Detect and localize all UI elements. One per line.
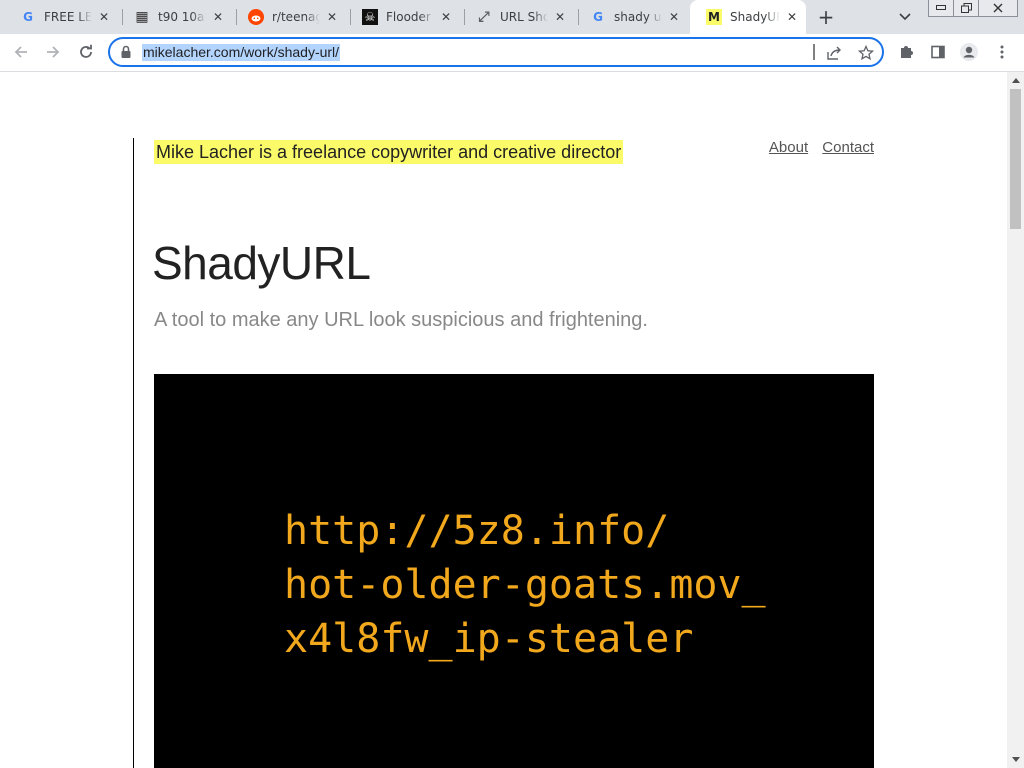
side-panel-button[interactable]: [926, 40, 950, 64]
chevron-down-icon: [899, 13, 911, 21]
google-icon: G: [593, 10, 603, 24]
bookmark-button[interactable]: [856, 43, 876, 63]
tab-1[interactable]: G FREE LEGO ✕: [4, 0, 118, 34]
tab-title: ShadyURL: [730, 10, 780, 24]
tab-title: shady url: [614, 10, 662, 24]
close-tab-icon[interactable]: ✕: [552, 9, 568, 25]
pirate-icon: ☠: [362, 9, 378, 25]
site-tagline[interactable]: Mike Lacher is a freelance copywriter an…: [154, 140, 624, 164]
close-tab-icon[interactable]: ✕: [324, 9, 340, 25]
profile-button[interactable]: [957, 40, 981, 64]
demo-panel: http://5z8.info/ hot-older-goats.mov_ x4…: [154, 374, 874, 768]
tab-title: Flooder: [386, 10, 431, 24]
link-icon: ⤢: [478, 9, 490, 25]
reload-icon: [80, 44, 92, 58]
scroll-down-icon: [1011, 757, 1020, 762]
tab-search-button[interactable]: [895, 7, 915, 27]
side-panel-icon: [931, 45, 945, 59]
scroll-down-button[interactable]: [1007, 751, 1024, 768]
m-icon: M: [706, 9, 722, 25]
arrow-right-icon: [47, 46, 60, 58]
vertical-scrollbar[interactable]: [1007, 72, 1024, 768]
close-tab-icon[interactable]: ✕: [210, 9, 226, 25]
demo-shady-url: http://5z8.info/ hot-older-goats.mov_ x4…: [284, 508, 766, 662]
nav-contact-link[interactable]: Contact: [822, 139, 874, 156]
avatar-icon: [960, 43, 978, 61]
scroll-thumb[interactable]: [1010, 89, 1021, 229]
tab-title: URL Shortener: [500, 10, 548, 24]
tab-7-active[interactable]: M ShadyURL ✕: [690, 0, 806, 34]
close-icon: [993, 3, 1003, 13]
star-icon: [858, 45, 874, 61]
scroll-up-icon: [1011, 78, 1020, 83]
google-icon: G: [23, 10, 33, 24]
nav-about-link[interactable]: About: [769, 139, 808, 156]
back-button[interactable]: [9, 40, 33, 64]
tab-5[interactable]: ⤢ URL Shortener ✕: [460, 0, 574, 34]
left-divider: [133, 138, 134, 768]
restore-button[interactable]: [953, 0, 979, 17]
browser-toolbar: mikelacher.com/work/shady-url/: [0, 34, 1024, 72]
close-tab-icon[interactable]: ✕: [96, 9, 112, 25]
puzzle-icon: [901, 46, 913, 58]
tab-4[interactable]: ☠ Flooder ✕: [346, 0, 460, 34]
tab-title: FREE LEGO: [44, 10, 92, 24]
close-tab-icon[interactable]: ✕: [784, 9, 800, 25]
tab-title: t90 10atom: [158, 10, 206, 24]
lock-icon[interactable]: [119, 45, 133, 59]
tab-title: r/teenagers: [272, 10, 320, 24]
close-window-button[interactable]: [978, 0, 1018, 17]
restore-icon: [960, 3, 972, 13]
text-cursor-icon: [813, 44, 815, 60]
page-subtitle: A tool to make any URL look suspicious a…: [154, 309, 648, 331]
share-button[interactable]: [824, 43, 844, 63]
share-icon: [827, 46, 841, 60]
page-title: ShadyURL: [152, 237, 371, 289]
tab-strip: G FREE LEGO ✕ ▦ t90 10atom ✕ r/teenagers…: [0, 0, 1024, 34]
page-viewport: Mike Lacher is a freelance copywriter an…: [0, 72, 1007, 768]
tab-2[interactable]: ▦ t90 10atom ✕: [118, 0, 232, 34]
close-tab-icon[interactable]: ✕: [666, 9, 682, 25]
site-nav: About Contact: [759, 139, 874, 156]
close-tab-icon[interactable]: ✕: [438, 9, 454, 25]
minimize-icon: [936, 5, 946, 10]
scroll-up-button[interactable]: [1007, 72, 1024, 89]
address-bar[interactable]: mikelacher.com/work/shady-url/: [108, 37, 884, 67]
more-vert-icon: [1000, 45, 1004, 59]
minimize-button[interactable]: [928, 0, 954, 17]
address-text[interactable]: mikelacher.com/work/shady-url/: [142, 44, 341, 61]
tab-3[interactable]: r/teenagers ✕: [232, 0, 346, 34]
reddit-icon: [248, 9, 264, 25]
new-tab-button[interactable]: +: [814, 5, 838, 29]
tab-6[interactable]: G shady url ✕: [574, 0, 688, 34]
forward-button[interactable]: [41, 40, 65, 64]
site-icon: ▦: [135, 9, 149, 25]
reload-button[interactable]: [74, 40, 98, 64]
arrow-left-icon: [14, 46, 27, 58]
menu-button[interactable]: [990, 40, 1014, 64]
extensions-button[interactable]: [894, 40, 918, 64]
